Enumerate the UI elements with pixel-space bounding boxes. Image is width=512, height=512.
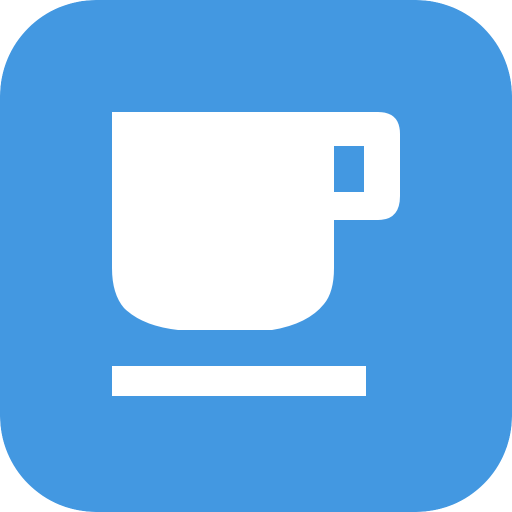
- coffee-app-icon[interactable]: [0, 0, 512, 512]
- coffee-cup-icon: [0, 0, 512, 512]
- saucer-line: [112, 366, 366, 396]
